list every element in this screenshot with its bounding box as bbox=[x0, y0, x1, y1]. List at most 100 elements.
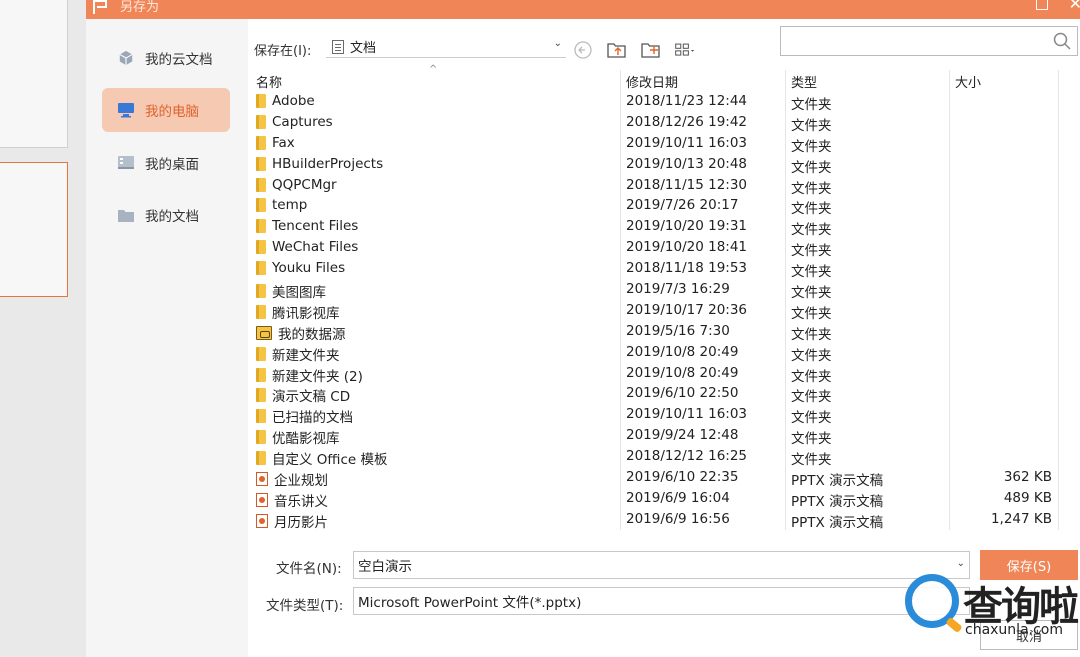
filetype-select[interactable]: Microsoft PowerPoint 文件(*.pptx) bbox=[353, 587, 970, 615]
file-type: 文件夹 bbox=[791, 97, 832, 113]
folder-icon bbox=[256, 261, 266, 276]
filetype-value: Microsoft PowerPoint 文件(*.pptx) bbox=[358, 595, 582, 611]
file-date: 2018/11/23 12:44 bbox=[626, 93, 748, 109]
file-date: 2019/10/20 19:31 bbox=[626, 218, 748, 235]
file-date: 2019/7/26 20:17 bbox=[626, 197, 739, 214]
file-row[interactable]: 月历影片 2019/6/9 16:56 PPTX 演示文稿 1,247 KB bbox=[254, 510, 1060, 531]
file-date: 2019/10/8 20:49 bbox=[626, 343, 739, 360]
sidebar-item-cloud-docs[interactable]: 我的云文档 bbox=[102, 36, 230, 80]
view-menu-icon[interactable] bbox=[674, 40, 696, 60]
file-name-cell: 企业规划 bbox=[256, 469, 328, 489]
back-icon[interactable] bbox=[572, 40, 594, 60]
sidebar: 我的云文档 我的电脑 我的桌面 我的文档 bbox=[86, 19, 248, 657]
folder-icon bbox=[256, 430, 266, 445]
file-row[interactable]: 已扫描的文档 2019/10/11 16:03 文件夹 bbox=[254, 405, 1060, 426]
desktop-icon bbox=[118, 156, 134, 169]
chevron-down-icon[interactable]: ⌄ bbox=[957, 558, 965, 569]
slide-thumbnail[interactable] bbox=[0, 0, 68, 148]
save-in-label: 保存在(I): bbox=[254, 44, 312, 59]
folder-icon bbox=[118, 210, 134, 222]
file-row[interactable]: 演示文稿 CD 2019/6/10 22:50 文件夹 bbox=[254, 384, 1060, 405]
file-date: 2019/10/20 18:41 bbox=[626, 239, 748, 256]
search-icon[interactable] bbox=[1053, 32, 1071, 50]
file-row[interactable]: Youku Files 2018/11/18 19:53 文件夹 bbox=[254, 259, 1060, 280]
file-date: 2018/12/12 16:25 bbox=[626, 448, 748, 465]
close-icon[interactable]: ✕ bbox=[1069, 0, 1080, 13]
folder-icon bbox=[256, 346, 266, 361]
file-date: 2019/6/9 16:56 bbox=[626, 510, 730, 527]
file-date: 2019/10/13 20:48 bbox=[626, 155, 748, 172]
file-row[interactable]: QQPCMgr 2018/11/15 12:30 文件夹 bbox=[254, 176, 1060, 197]
file-date: 2019/7/3 16:29 bbox=[626, 281, 730, 298]
file-date: 2019/10/8 20:49 bbox=[626, 364, 739, 381]
filename-input[interactable]: 空白演示 ⌄ bbox=[353, 551, 970, 579]
file-type: 文件夹 bbox=[791, 431, 832, 448]
file-row[interactable]: 我的数据源 2019/5/16 7:30 文件夹 bbox=[254, 322, 1060, 343]
slide-thumbnail-selected[interactable] bbox=[0, 162, 68, 297]
file-name-cell: 自定义 Office 模板 bbox=[256, 448, 388, 468]
sidebar-item-my-documents[interactable]: 我的文档 bbox=[102, 193, 230, 237]
file-name: 美图图库 bbox=[272, 285, 326, 302]
file-name: 已扫描的文档 bbox=[272, 410, 353, 427]
folder-icon bbox=[256, 114, 266, 129]
filename-value: 空白演示 bbox=[358, 559, 412, 575]
file-type: 文件夹 bbox=[791, 243, 832, 260]
column-header-name[interactable]: 名称 bbox=[256, 72, 282, 91]
file-row[interactable]: HBuilderProjects 2019/10/13 20:48 文件夹 bbox=[254, 155, 1060, 176]
folder-icon bbox=[256, 304, 266, 319]
new-folder-icon[interactable] bbox=[640, 40, 662, 60]
file-date: 2018/12/26 19:42 bbox=[626, 113, 748, 130]
file-name-cell: Fax bbox=[256, 135, 295, 151]
file-name-cell: 新建文件夹 (2) bbox=[256, 365, 363, 385]
file-row[interactable]: 新建文件夹 2019/10/8 20:49 文件夹 bbox=[254, 343, 1060, 364]
file-row[interactable]: 腾讯影视库 2019/10/17 20:36 文件夹 bbox=[254, 301, 1060, 322]
file-name-cell: 我的数据源 bbox=[256, 323, 346, 343]
file-row[interactable]: 美图图库 2019/7/3 16:29 文件夹 bbox=[254, 280, 1060, 301]
sidebar-item-desktop[interactable]: 我的桌面 bbox=[102, 141, 230, 185]
background-app-panel bbox=[0, 0, 86, 657]
file-name: 腾讯影视库 bbox=[272, 305, 340, 322]
maximize-icon[interactable] bbox=[1036, 0, 1048, 10]
file-row[interactable]: Tencent Files 2019/10/20 19:31 文件夹 bbox=[254, 217, 1060, 238]
up-folder-icon[interactable] bbox=[606, 40, 628, 60]
title-bar[interactable]: 另存为 ✕ bbox=[86, 0, 1080, 19]
file-name: WeChat Files bbox=[272, 239, 359, 256]
file-row[interactable]: temp 2019/7/26 20:17 文件夹 bbox=[254, 196, 1060, 217]
sidebar-item-label: 我的云文档 bbox=[145, 52, 213, 68]
file-row[interactable]: Adobe 2018/11/23 12:44 文件夹 bbox=[254, 92, 1060, 113]
file-name: Fax bbox=[272, 134, 295, 151]
sidebar-item-label: 我的文档 bbox=[145, 209, 199, 225]
file-row[interactable]: 优酷影视库 2019/9/24 12:48 文件夹 bbox=[254, 426, 1060, 447]
column-header-size[interactable]: 大小 bbox=[955, 72, 981, 91]
sidebar-item-label: 我的电脑 bbox=[145, 104, 199, 120]
file-row[interactable]: 新建文件夹 (2) 2019/10/8 20:49 文件夹 bbox=[254, 364, 1060, 385]
search-input[interactable] bbox=[780, 26, 1078, 56]
file-date: 2019/10/11 16:03 bbox=[626, 406, 748, 423]
file-row[interactable]: 音乐讲义 2019/6/9 16:04 PPTX 演示文稿 489 KB bbox=[254, 489, 1060, 510]
file-name-cell: Adobe bbox=[256, 93, 315, 109]
file-type: 文件夹 bbox=[791, 368, 832, 385]
save-as-icon bbox=[93, 0, 107, 14]
file-name-cell: 新建文件夹 bbox=[256, 344, 340, 364]
file-name-cell: 演示文稿 CD bbox=[256, 385, 350, 405]
file-date: 2018/11/15 12:30 bbox=[626, 176, 748, 193]
file-row[interactable]: Fax 2019/10/11 16:03 文件夹 bbox=[254, 134, 1060, 155]
file-row[interactable]: 企业规划 2019/6/10 22:35 PPTX 演示文稿 362 KB bbox=[254, 468, 1060, 489]
sidebar-item-my-computer[interactable]: 我的电脑 bbox=[102, 88, 230, 132]
file-row[interactable]: WeChat Files 2019/10/20 18:41 文件夹 bbox=[254, 238, 1060, 259]
watermark-url: chaxunla.com bbox=[965, 622, 1063, 638]
folder-icon bbox=[256, 94, 266, 108]
file-row[interactable]: 自定义 Office 模板 2018/12/12 16:25 文件夹 bbox=[254, 447, 1060, 468]
column-header-type[interactable]: 类型 bbox=[791, 72, 817, 91]
pptx-file-icon bbox=[256, 472, 268, 487]
file-row[interactable]: Captures 2018/12/26 19:42 文件夹 bbox=[254, 113, 1060, 134]
file-name: Captures bbox=[272, 113, 333, 130]
folder-icon bbox=[256, 388, 266, 403]
file-name-cell: Tencent Files bbox=[256, 218, 358, 234]
column-header-date[interactable]: 修改日期 bbox=[626, 72, 678, 91]
data-source-folder-icon bbox=[256, 325, 272, 340]
file-size: 362 KB bbox=[1003, 469, 1052, 486]
file-type: 文件夹 bbox=[791, 285, 832, 302]
save-as-dialog: 另存为 ✕ 我的云文档 我的电脑 我的桌面 我的文档 保存在(I): 文档 ⌄ … bbox=[86, 0, 1080, 657]
save-in-dropdown[interactable]: 文档 ⌄ bbox=[326, 36, 566, 58]
